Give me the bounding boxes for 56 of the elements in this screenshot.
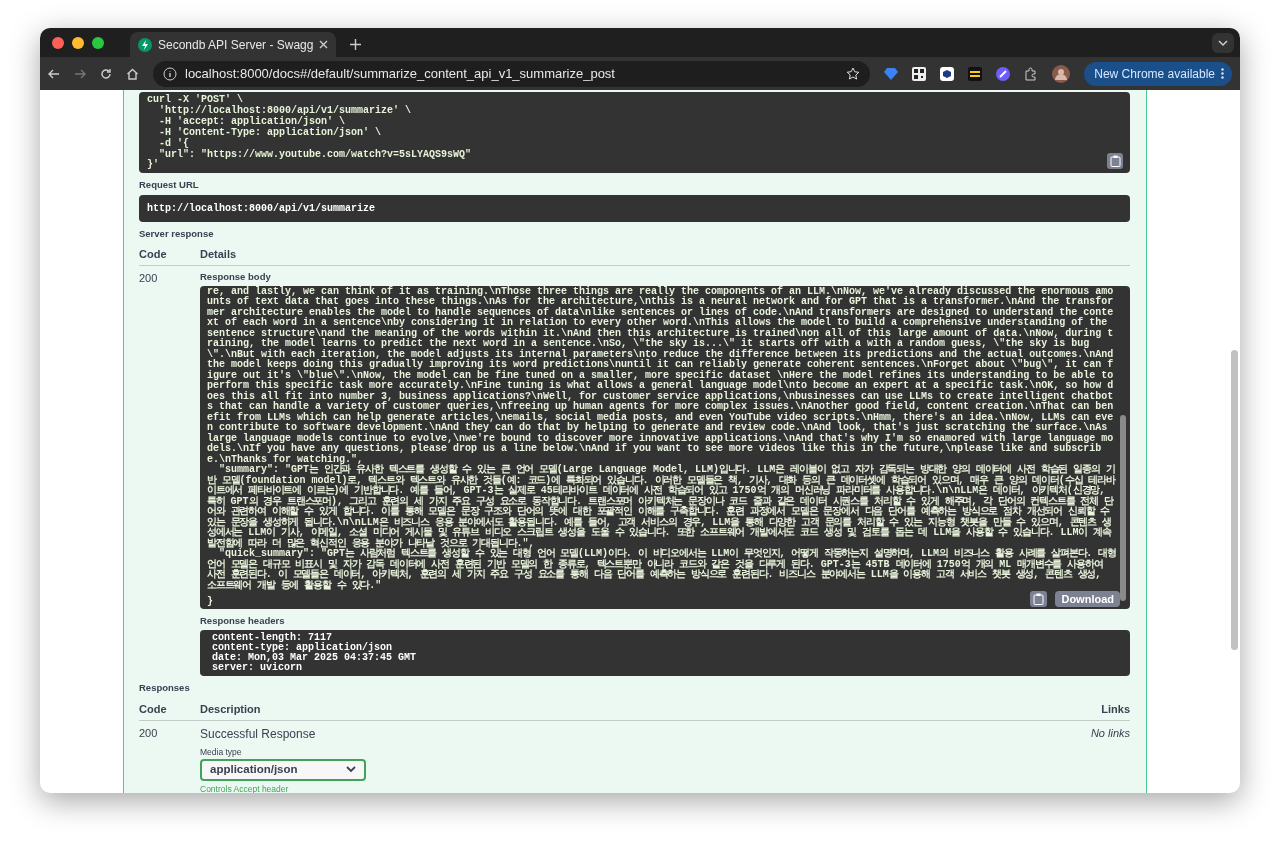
media-type-label: Media type bbox=[200, 746, 242, 759]
chevron-down-icon[interactable] bbox=[1212, 33, 1234, 53]
more-icon bbox=[1221, 68, 1224, 79]
close-window-icon[interactable] bbox=[52, 36, 64, 49]
copy-button[interactable] bbox=[1107, 153, 1123, 170]
stripes-icon[interactable] bbox=[968, 66, 983, 81]
closing-brace: } bbox=[207, 596, 213, 608]
response-headers-text: content-length: 7117 content-type: application/json date: Mon,03 Mar 2025 04:37:45 GMT server: uvicorn bbox=[200, 630, 1130, 677]
lightning-bolt-icon bbox=[138, 37, 152, 52]
status-code: 200 bbox=[139, 727, 158, 740]
back-arrow-icon[interactable] bbox=[48, 67, 60, 80]
star-icon[interactable] bbox=[846, 66, 861, 81]
chevron-down-icon bbox=[346, 766, 356, 774]
column-header: Code bbox=[139, 247, 167, 260]
info-icon[interactable] bbox=[163, 66, 177, 81]
section-label: Responses bbox=[139, 681, 191, 696]
clipboard-icon bbox=[1033, 593, 1045, 606]
diamond-icon[interactable] bbox=[884, 66, 899, 81]
request-url: http://localhost:8000/api/v1/summarize bbox=[139, 194, 1130, 222]
forward-arrow-icon[interactable] bbox=[74, 67, 86, 80]
avatar-icon[interactable] bbox=[1052, 64, 1071, 83]
response-body-text: re, and lastly, we can think of it as training.\nThose three things are really the components of an LLM.\nNow, we've already discussed the enormous amounts of text data that goes into these things.\nAs for the architecture,\nthis is a neural network and for GPT that is a transformer.\nAnd the transformer architecture enables the model to handle sequences of data\nlike sentences or lines of code.\nAnd transformers are designed to understand the context of each word in a sentence\nby considering it in relation to every other word.\nThis allows the model to build a comprehensive understanding of the sentence structure\nand the meaning of the words within it.\nAnd then this architecture is trained\non all of this large amount of data.\nNow, during training, the model learns to predict the next word in a sentence.\nSo, \"the sky is...\" it starts off with a with a random guess, \"the sky is bug\".\nBut with each iteration, the model adjusts its internal parameters\nto reduce the difference between its predictions and the actual outcomes.\nAnd the model keeps doing this gradually improving its word predictions\nuntil it can reliably generate coherent sentences.\nForget about \"bug\", it can figure out it's \"blue\".\nNow, the model can be fine tuned on a smaller, more specific dataset \nHere the model refines its understanding to be able to perform this specific task more accurately.\nFine tuning is what allows a general language model\nto become an expert at a specific task.\nOK, so how does this all fit into number 3, business applications?\nWell, for customer service applications,\nbusinesses can use LLMs to create intelligent chatbots that can handle a variety of customer queries,\nfreeing up human agents for more complex issues.\nAnother good field, content creation.\nThat can benefit from LLMs which can help generate articles,\nemails, social media posts, and even YouTube video scripts.\nHmm, there's an idea.\nNow, LLMs can even contribute to software development.\nAnd they can do that by helping to generate and review code.\nAnd look, that's just scratching the surface.\nAs large language models continue to evolve,\nwe're bound to discover more innovative applications.\nAnd that's why I'm so enamored with large language models.\nIf you have any questions, please drop us a line below.\nAnd if you want to see more videos like this in the future,\nplease like and subscribe.\nThanks for watching.", "summary": "GPT는 인간과 유사한 텍스트를 생성할 수 있는 큰 언어 모델(Large Language Model, LLM)입니다. LLM은 레이블이 없고 자가 감독되는 방대한 양의 데이터에 사전 학습된 일종의 기반 모델(foundation model)로, 텍스트와 텍스트와 유사한 것들(예: 코드)에 특화되어 있습니다. 이러한 모델들은 책, 기사, 대화 등의 큰 데이터셋에 학습되어 있으며, 매우 큰 양의 데이터(수십 테라바이트에서 페타바이트에 이르는)에 기반합니다. 예를 들어, GPT-3는 실제로 45테라바이트 데이터에 사전 학습되어 있고 1750억 개의 머신러닝 파라미터를 사용합니다.\n\nLLM은 데이터, 아키텍처(신경망, 특히 GPT의 경우 트랜스포머), 그리고 훈련의 세 가지 주요 구성 요소로 동작합니다. 트랜스포머 아키텍처는 문장이나 코드 줄과 같은 데이터 시퀀스를 처리할 수 있게 해주며, 각 단어의 컨텍스트를 전체 단어와 관련하여 이해할 수 있게 합니다. 이를 통해 모델은 문장 구조와 단어의 뜻에 대한 포괄적인 이해를 구축합니다. 훈련 과정에서 모델은 문장에서 다음 단어를 예측하는 방식으로 점차 개선되어 신뢰할 수 있는 문장을 생성하게 됩니다.\n\nLLM은 비즈니스 응용 분야에서도 활용됩니다. 예를 들어, 고객 서비스의 경우, LLM을 통해 다양한 고객 문의를 처리할 수 있는 지능형 챗봇을 만들 수 있으며, 콘텐츠 생성에서는 LLM이 기사, 이메일, 소셜 미디어 게시물 및 유튜브 비디오 스크립트 생성을 도울 수 있습니다. 또한 소프트웨어 개발에서도 코드 생성 및 검토를 돕는 데 LLM을 사용할 수 있습니다. LLM이 계속 발전함에 따라 더 많은 혁신적인 응용 분야가 나타날 것으로 기대됩니다.", "quick_summary": "GPT는 사람처럼 텍스트를 생성할 수 있는 대형 언어 모델(LLM)이다. 이 비디오에서는 LLM이 무엇인지, 어떻게 작동하는지 설명하며, LLM의 비즈니스 활용 사례를 살펴본다. 대형 언어 모델은 대규모 비표시 및 자가 감독 데이터에 사전 훈련된 기반 모델의 한 종류로, 텍스트뿐만 아니라 코드와 같은 것을 다루게 된다. GPT-3는 45TB 데이터에 1750억 개의 ML 매개변수를 사용하여 사전 훈련된다. 이 모델들은 데이터, 아키텍처, 훈련의 세 가지 주요 구성 요소를 통해 다음 단어를 예측하는 방식으로 훈련된다. 비즈니스 분야에서는 LLM을 이용해 고객 서비스 챗봇 생성, 콘텐츠 생성, 소프트웨어 개발 등에 활용할 수 있다." bbox=[206, 285, 1117, 592]
maximize-window-icon[interactable] bbox=[92, 36, 104, 49]
minimize-window-icon[interactable] bbox=[72, 36, 84, 49]
tab-title: Secondb API Server - Swagg bbox=[158, 36, 314, 54]
reload-icon[interactable] bbox=[100, 67, 112, 80]
scrollbar-thumb[interactable] bbox=[1120, 415, 1126, 602]
url-text: localhost:8000/docs#/default/summarize_content_api_v1_summarize_post bbox=[185, 64, 616, 83]
media-type-select[interactable]: application/json bbox=[200, 758, 366, 781]
response-description: Successful Response bbox=[200, 726, 316, 744]
cube-icon[interactable] bbox=[940, 66, 955, 81]
controls-note: Controls Accept header bbox=[200, 782, 289, 793]
copy-button[interactable] bbox=[1030, 591, 1048, 608]
qr-code-icon[interactable] bbox=[912, 66, 927, 81]
column-header: Links bbox=[1101, 702, 1130, 715]
status-code: 200 bbox=[139, 272, 158, 285]
column-header: Code bbox=[139, 702, 167, 715]
link-icon[interactable] bbox=[996, 66, 1011, 81]
section-label: Response body bbox=[200, 270, 272, 285]
section-label: Server response bbox=[139, 226, 215, 241]
home-icon[interactable] bbox=[126, 67, 139, 80]
browser-tab[interactable]: Secondb API Server - Swagg bbox=[130, 32, 337, 57]
section-label: Response headers bbox=[200, 614, 286, 629]
scrollbar-thumb[interactable] bbox=[1231, 350, 1238, 650]
column-header: Description bbox=[200, 702, 261, 715]
close-icon[interactable] bbox=[319, 40, 329, 49]
address-bar[interactable]: localhost:8000/docs#/default/summarize_content_api_v1_summarize_post bbox=[153, 60, 871, 87]
column-header: Details bbox=[200, 247, 237, 260]
download-button[interactable]: Download bbox=[1055, 591, 1120, 608]
clipboard-icon bbox=[1109, 155, 1121, 168]
curl-command: curl -X 'POST' \ 'http://localhost:8000/api/v1/summarize' \ -H 'accept: application/json' \ -H 'Content-Type: application/json' \ -d '{ "url": "https://www.youtube.com/watch?v=5sLYAQS9sWQ" }' bbox=[146, 93, 473, 173]
update-button[interactable]: New Chrome available bbox=[1084, 61, 1232, 86]
puzzle-icon[interactable] bbox=[1024, 66, 1039, 81]
plus-icon[interactable] bbox=[350, 39, 362, 50]
section-label: Request URL bbox=[139, 178, 200, 193]
links-text: No links bbox=[1090, 726, 1130, 742]
